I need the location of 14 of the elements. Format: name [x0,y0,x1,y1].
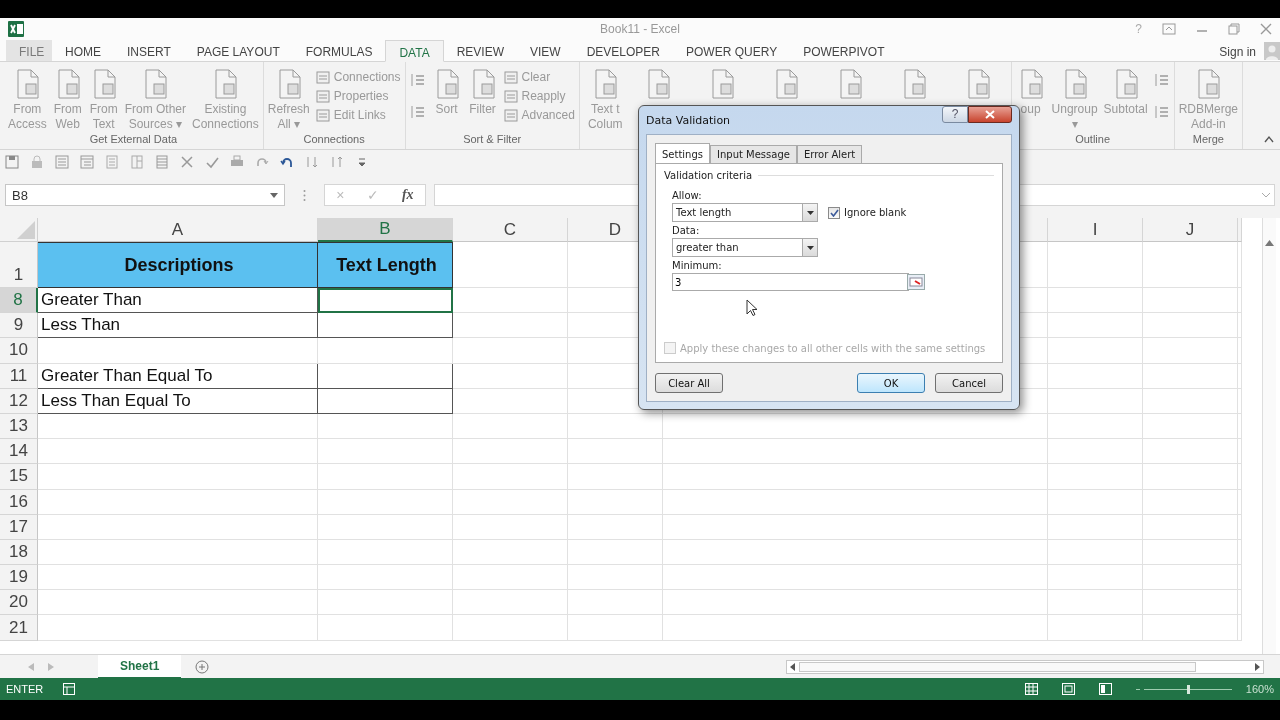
status-mode: ENTER [6,683,44,695]
group-label: Get External Data [88,133,179,147]
group-label: Merge [1191,133,1225,147]
group-label: Connections [302,133,366,147]
field-label: Allow: [672,190,703,201]
window-title: Book11 - Excel [599,22,681,36]
checkbox-label: Apply these changes to all other cells with the same settings [680,342,986,354]
field-label: Data: [672,225,701,236]
field-label: Minimum: [672,260,723,271]
checkbox-label: Ignore blank [844,207,907,218]
group-label: Outline [1074,133,1112,147]
section-title: Validation criteria [664,170,753,181]
group-label: Sort & Filter [462,133,523,147]
dialog-title: Data Validation [646,113,731,127]
